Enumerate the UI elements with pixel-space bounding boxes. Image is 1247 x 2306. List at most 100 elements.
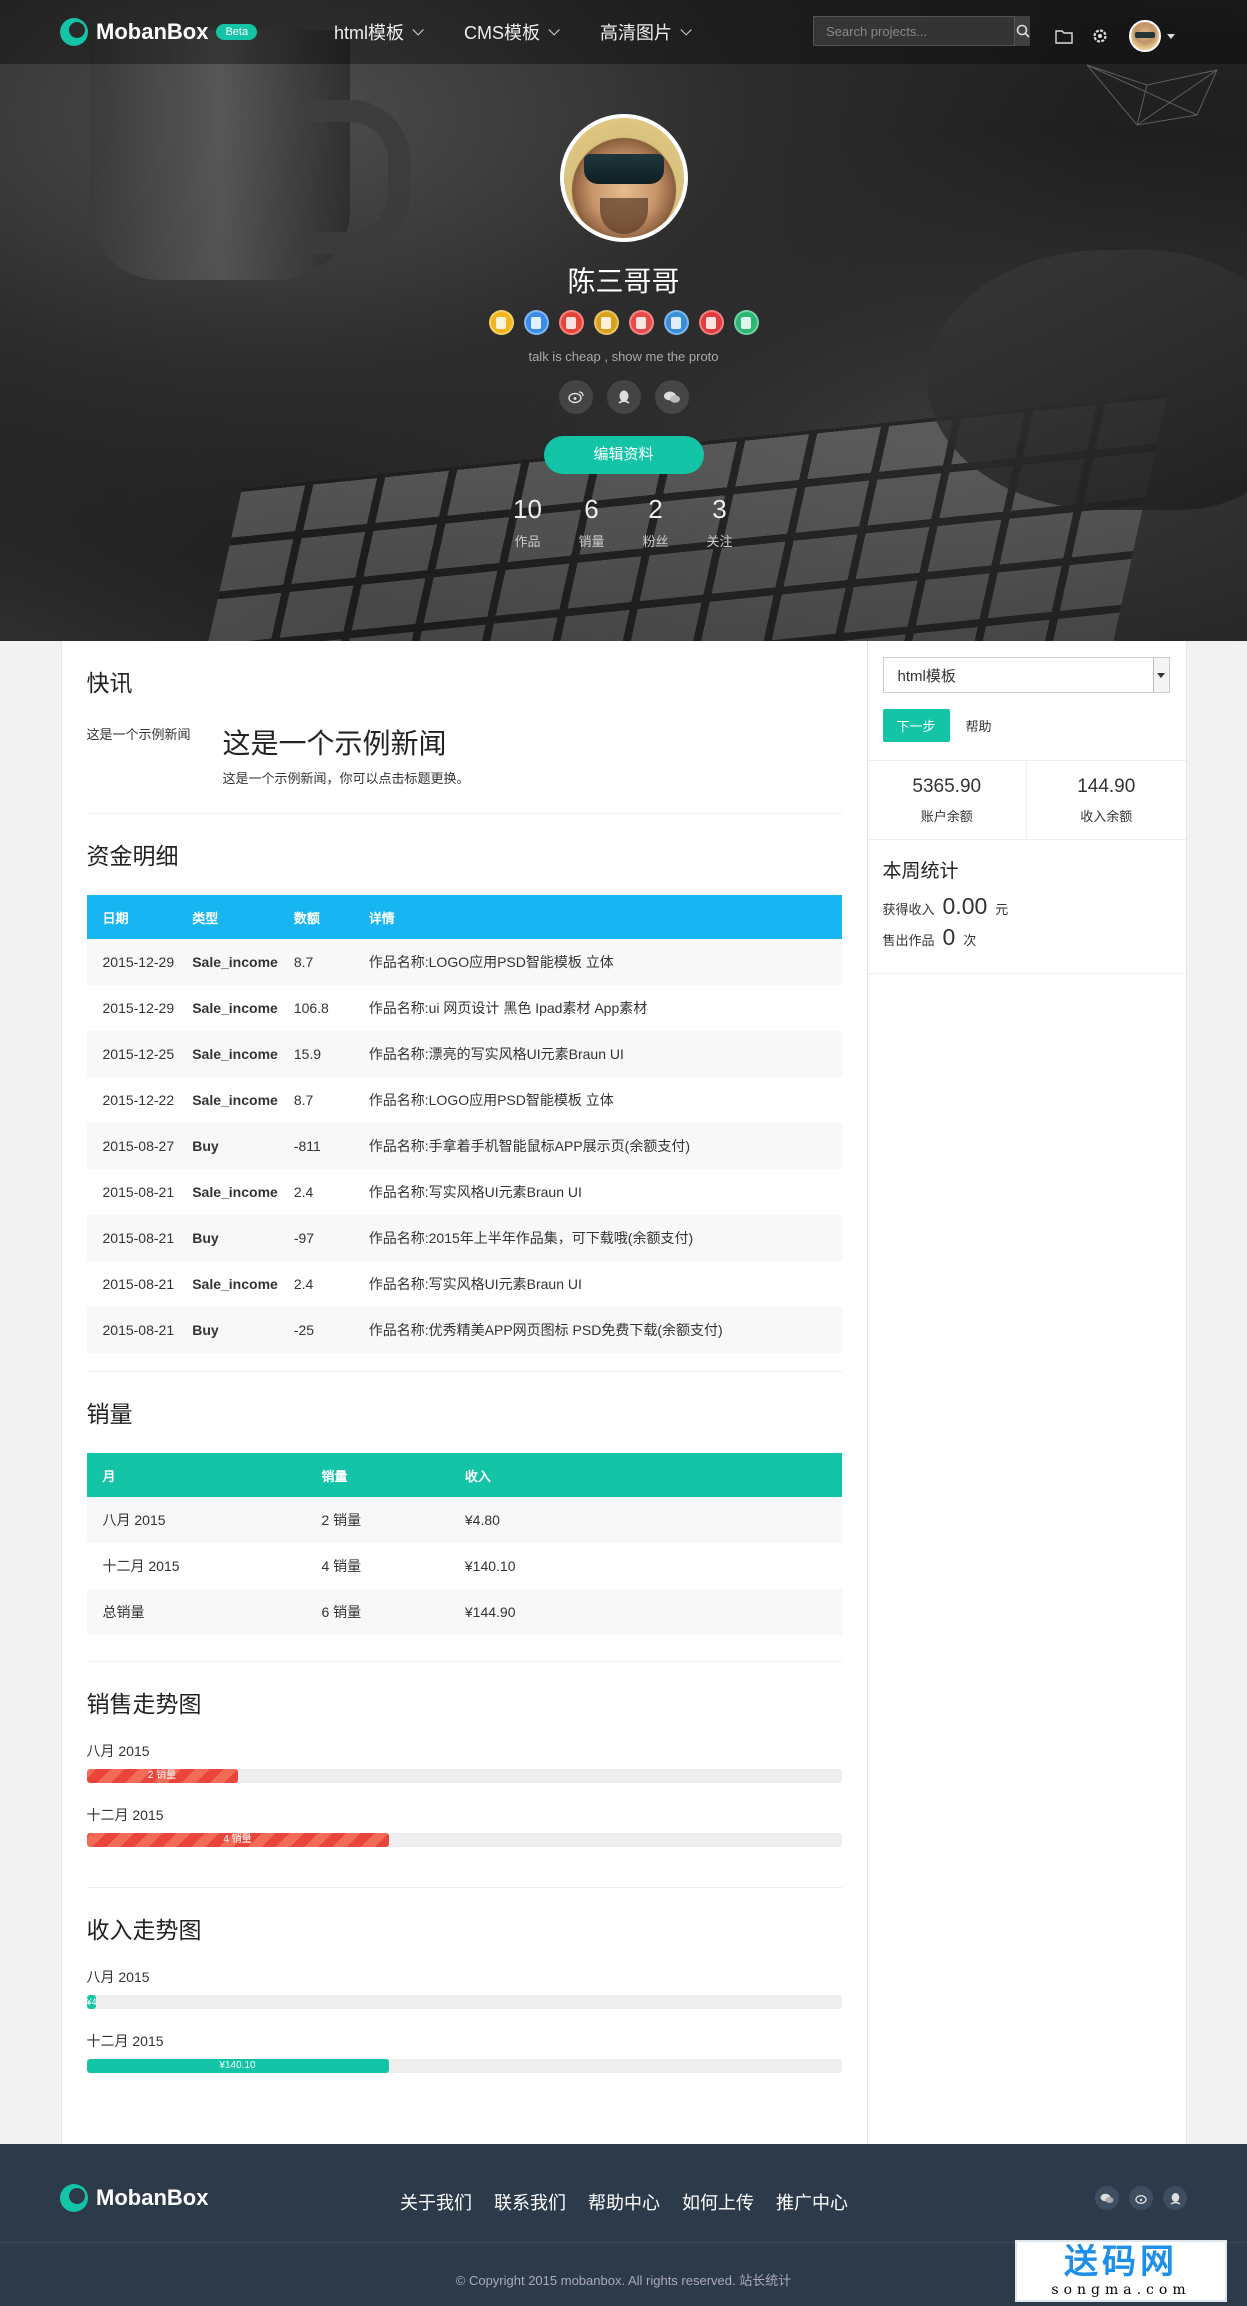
footer-social: [1095, 2186, 1187, 2210]
table-row: 2015-08-27 Buy -811 作品名称:手拿着手机智能鼠标APP展示页(余额…: [86, 1123, 842, 1169]
table-cell: 总销量: [86, 1589, 306, 1635]
gear-icon[interactable]: [1089, 25, 1111, 47]
table-cell: Sale_income: [192, 1000, 278, 1016]
table-cell: Sale_income: [192, 1184, 278, 1200]
news-heading: 快讯: [86, 670, 133, 696]
stat-value: 2: [648, 494, 663, 524]
table-cell: Sale_income: [176, 1031, 278, 1077]
chevron-down-icon: [680, 24, 692, 36]
table-header-row: 月销量 收入: [86, 1453, 842, 1497]
select-value: html模板: [897, 667, 956, 685]
achievement-badges: [0, 310, 1247, 335]
weibo-icon[interactable]: [1129, 2186, 1153, 2210]
badge-green-list-icon: [733, 310, 759, 335]
badge-glyph: [601, 316, 611, 329]
table-cell: 2015-12-22: [102, 1092, 175, 1108]
table-row: 2015-08-21 Buy -25 作品名称:优秀精美APP网页图标 PSD免费下载…: [86, 1307, 842, 1353]
weekly-stats: 本周统计 获得收入 0.00 元 售出作品 0 次: [867, 840, 1186, 974]
footer-link[interactable]: 联系我们: [494, 2189, 566, 2215]
funds-section: 资金明细 日期 类型 数额 详情 2015-12-29 Sale_income 8.7 作品…: [86, 814, 842, 1372]
sales-section: 销量 月销量 收入 八月 2015 2 销量 ¥4.80 十二月 2015 4 销量 ¥14…: [86, 1372, 842, 1662]
table-cell: 2015-12-29: [86, 939, 177, 985]
dashboard-content: 快讯 这是一个示例新闻 这是一个示例新闻 这是一个示例新闻，你可以点击标题更换。…: [60, 641, 1187, 2144]
table-row: 2015-08-21 Sale_income 2.4 作品名称:写实风格UI元素Bra…: [87, 1169, 842, 1215]
badge-blue-shield-icon: [663, 310, 689, 335]
table-row: 2015-08-21 Sale_income 2.4 作品名称:写实风格UI元素Bra…: [87, 1261, 842, 1307]
user-avatar-menu[interactable]: [1129, 20, 1161, 52]
weekly-income: 获得收入 0.00 元: [883, 893, 1171, 920]
funds-table-body: 2015-12-29 Sale_income 8.7 作品名称:LOGO应用PSD智能…: [86, 939, 842, 1353]
table-cell: -25: [277, 1307, 353, 1353]
table-cell: -97: [277, 1215, 353, 1261]
nav-hd-images[interactable]: 高清图片: [600, 19, 692, 45]
folder-icon[interactable]: [1053, 25, 1075, 47]
table-cell: Sale_income: [192, 1276, 278, 1292]
category-select[interactable]: html模板: [882, 657, 1170, 693]
footer-link[interactable]: 关于我们: [400, 2189, 472, 2215]
account-balance: 5365.90 账户余额: [868, 761, 1027, 839]
balance-value: 144.90: [1077, 776, 1136, 797]
qq-icon[interactable]: [606, 380, 641, 414]
badge-glyph: [496, 316, 506, 329]
stat-sales[interactable]: 6 销量: [560, 494, 624, 550]
table-cell: 2015-08-21: [102, 1184, 175, 1200]
badge-lifebuoy-icon: [628, 310, 654, 335]
logo-mark-icon: [60, 18, 88, 46]
news-title-link[interactable]: 这是一个示例新闻: [223, 722, 470, 762]
news-description: 这是一个示例新闻，你可以点击标题更换。: [222, 771, 470, 786]
nav-html-templates[interactable]: html模板: [334, 19, 424, 45]
progress-fill: 4 销量: [86, 1833, 389, 1847]
logo-mark-icon: [60, 2184, 88, 2212]
weekly-income-unit: 元: [995, 902, 1009, 917]
stat-label: 销量: [578, 534, 605, 549]
caret-down-icon[interactable]: [1167, 33, 1175, 39]
next-step-button[interactable]: 下一步: [882, 709, 950, 742]
main-column: 快讯 这是一个示例新闻 这是一个示例新闻 这是一个示例新闻，你可以点击标题更换。…: [62, 641, 868, 2144]
table-cell: 6 销量: [305, 1589, 449, 1635]
top-navbar: MobanBox Beta html模板 CMS模板 高清图片: [0, 0, 1247, 64]
weibo-icon[interactable]: [558, 380, 593, 414]
watermark-title: 送码网: [1064, 2243, 1178, 2281]
income-trend-heading: 收入走势图: [86, 1917, 202, 1943]
footer-link[interactable]: 推广中心: [776, 2189, 848, 2215]
table-cell: 8.7: [293, 1092, 314, 1108]
search-input[interactable]: [813, 16, 1015, 46]
help-link[interactable]: 帮助: [966, 716, 992, 735]
wechat-icon[interactable]: [654, 380, 689, 414]
stat-label: 作品: [514, 534, 541, 549]
toolbar-icons: [1053, 20, 1175, 52]
table-cell: ¥144.90: [448, 1589, 842, 1635]
table-cell: Sale_income: [176, 939, 278, 985]
wechat-icon[interactable]: [1095, 2186, 1119, 2210]
qq-icon[interactable]: [1163, 2186, 1187, 2210]
footer-logo[interactable]: MobanBox: [60, 2184, 208, 2212]
stat-works[interactable]: 10 作品: [496, 494, 560, 550]
edit-profile-button[interactable]: 编辑资料: [543, 436, 704, 474]
stat-fans[interactable]: 2 粉丝: [624, 494, 688, 550]
search-button[interactable]: [1015, 16, 1030, 46]
sales-table: 月销量 收入 八月 2015 2 销量 ¥4.80 十二月 2015 4 销量 ¥140.1…: [86, 1453, 842, 1635]
brand-logo[interactable]: MobanBox Beta: [60, 18, 258, 46]
table-cell: 8.7: [277, 939, 353, 985]
avatar-goggles: [583, 154, 664, 184]
nav-cms-templates[interactable]: CMS模板: [464, 19, 560, 45]
table-cell: -811: [277, 1123, 353, 1169]
bar-label: 八月 2015: [86, 1743, 150, 1759]
table-cell: 作品名称:LOGO应用PSD智能模板 立体: [352, 939, 842, 985]
progress-fill: ¥140.10: [86, 2059, 389, 2073]
table-cell: Buy: [176, 1307, 278, 1353]
table-cell: 2015-12-25: [86, 1031, 177, 1077]
column-header: 月: [86, 1453, 306, 1497]
bar-label: 十二月 2015: [86, 2033, 164, 2049]
progress-track: 2 销量: [86, 1769, 842, 1783]
footer-link[interactable]: 如何上传: [682, 2189, 754, 2215]
stat-following[interactable]: 3 关注: [688, 494, 752, 550]
footer-link[interactable]: 帮助中心: [588, 2189, 660, 2215]
funds-table: 日期 类型 数额 详情 2015-12-29 Sale_income 8.7 作品名称:LO…: [86, 895, 842, 1353]
sidebar: html模板 下一步 帮助 5365.90 账户余额 144.90 收入余额 本周统…: [867, 641, 1186, 2144]
badge-gold-ticket-icon: [593, 310, 619, 335]
beta-badge: Beta: [216, 24, 258, 40]
table-row: 2015-12-29 Sale_income 8.7 作品名称:LOGO应用PSD智能…: [86, 939, 842, 985]
progress-track: 4 销量: [86, 1833, 842, 1847]
main-nav: html模板 CMS模板 高清图片: [334, 0, 732, 64]
